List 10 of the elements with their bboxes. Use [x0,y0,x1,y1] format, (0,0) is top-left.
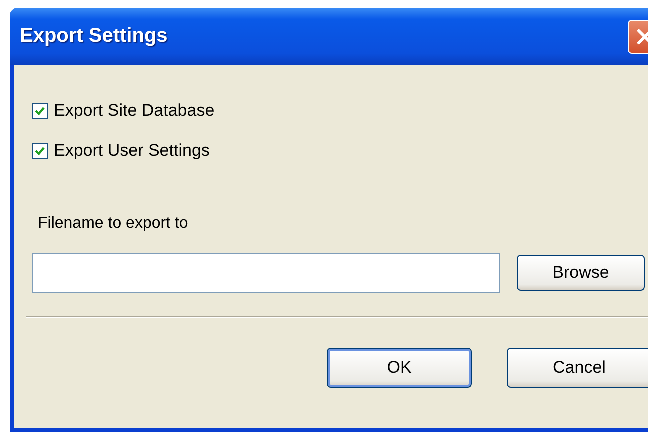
ok-button[interactable]: OK [327,348,472,388]
window-title: Export Settings [20,25,168,48]
filename-field[interactable] [32,253,500,293]
checkbox[interactable] [32,143,48,159]
cancel-button[interactable]: Cancel [507,348,648,388]
checkbox[interactable] [32,103,48,119]
checkbox-label: Export User Settings [54,141,210,161]
checkbox-label: Export Site Database [54,101,215,121]
field-label: Filename to export to [38,215,188,233]
browse-button[interactable]: Browse [517,255,645,291]
